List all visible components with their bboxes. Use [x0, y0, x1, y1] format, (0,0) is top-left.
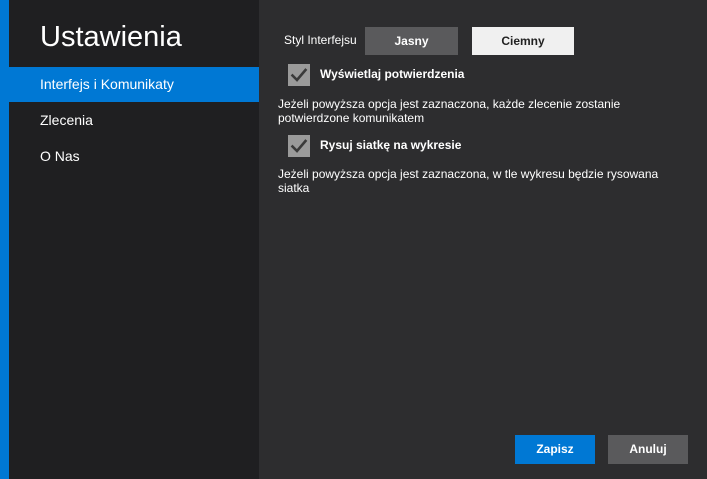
- sidebar-item-interface[interactable]: Interfejs i Komunikaty: [9, 67, 259, 102]
- cancel-button[interactable]: Anuluj: [608, 435, 688, 464]
- style-light-button[interactable]: Jasny: [365, 27, 458, 55]
- checkmark-icon: [290, 139, 308, 153]
- save-button[interactable]: Zapisz: [515, 435, 595, 464]
- sidebar: Ustawienia Interfejs i Komunikaty Zlecen…: [9, 0, 259, 479]
- draw-grid-label: Rysuj siatkę na wykresie: [320, 138, 462, 152]
- checkmark-icon: [290, 68, 308, 82]
- interface-style-label: Styl Interfejsu: [284, 33, 357, 47]
- sidebar-title: Ustawienia: [40, 21, 182, 53]
- show-confirmations-description: Jeżeli powyższa opcja jest zaznaczona, k…: [278, 97, 621, 125]
- sidebar-item-orders[interactable]: Zlecenia: [9, 103, 259, 138]
- draw-grid-description: Jeżeli powyższa opcja jest zaznaczona, w…: [278, 167, 659, 195]
- settings-window: Ustawienia Interfejs i Komunikaty Zlecen…: [0, 0, 707, 479]
- draw-grid-checkbox[interactable]: [288, 135, 310, 157]
- settings-content: Styl Interfejsu Jasny Ciemny Wyświetlaj …: [259, 0, 707, 479]
- show-confirmations-label: Wyświetlaj potwierdzenia: [320, 67, 465, 81]
- accent-strip: [0, 0, 9, 479]
- style-dark-button[interactable]: Ciemny: [472, 27, 574, 55]
- show-confirmations-checkbox[interactable]: [288, 64, 310, 86]
- sidebar-item-about[interactable]: O Nas: [9, 139, 259, 174]
